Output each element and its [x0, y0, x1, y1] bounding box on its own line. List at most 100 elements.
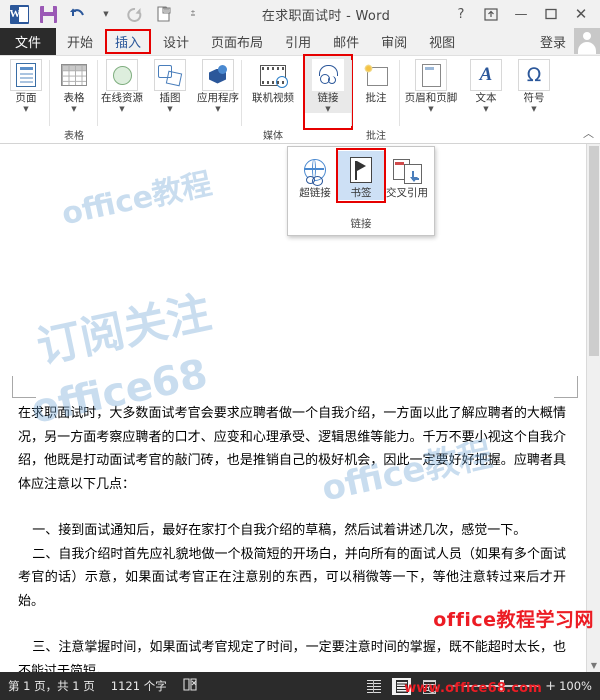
ribbon-display-options-button[interactable] — [476, 1, 506, 27]
ribbon-group-text: 页眉和页脚 ▼ A 文本 ▼ Ω 符号 ▼ — [400, 56, 558, 144]
ribbon-label-header-footer: 页眉和页脚 — [404, 92, 458, 104]
chevron-down-icon[interactable]: ▼ — [483, 105, 488, 113]
ribbon-button-links[interactable]: 链接 ▼ — [303, 54, 353, 130]
ribbon-group-label-table: 表格 — [64, 131, 84, 142]
links-dropdown-menu: 超链接 书签 交叉引用 链接 — [287, 146, 435, 236]
word-count[interactable]: 1121 个字 — [111, 678, 167, 694]
quick-print-icon[interactable] — [151, 2, 177, 26]
ribbon-group-media: 联机视频 媒体 — [242, 56, 304, 144]
bookmark-icon — [350, 157, 372, 183]
quick-access-toolbar: W ▼ ⩲ — [0, 2, 206, 26]
chevron-down-icon[interactable]: ▼ — [531, 105, 536, 113]
online-resource-icon — [112, 65, 132, 85]
ribbon-button-header-footer[interactable]: 页眉和页脚 ▼ — [400, 56, 462, 113]
help-button[interactable]: ? — [446, 1, 476, 27]
customize-qat-icon[interactable]: ⩲ — [180, 2, 206, 26]
zoom-percent[interactable]: 100% — [559, 679, 592, 693]
ribbon-group-pages: 页面 ▼ — [2, 56, 50, 144]
faint-watermark: 订阅关注 — [32, 287, 216, 374]
zoom-in-button[interactable]: + — [545, 679, 556, 694]
undo-icon[interactable] — [64, 2, 90, 26]
ribbon-group-label-pages — [2, 129, 50, 144]
proofing-icon[interactable] — [183, 678, 198, 694]
symbol-icon: Ω — [526, 64, 542, 86]
ribbon-group-links: 链接 ▼ — [303, 54, 353, 144]
ribbon-group-label-comments: 批注 — [366, 131, 386, 142]
ribbon-group-label-media: 媒体 — [263, 131, 283, 142]
menu-item-cross-reference[interactable]: 交叉引用 — [384, 151, 430, 200]
tab-review[interactable]: 审阅 — [370, 28, 418, 55]
paragraph: 一、接到面试通知后，最好在家打个自我介绍的草稿，然后试着讲述几次，感觉一下。 — [32, 523, 527, 538]
ribbon-button-online-resource[interactable]: 在线资源 ▼ — [98, 56, 146, 113]
ribbon-tab-strip: 文件 开始 插入 设计 页面布局 引用 邮件 审阅 视图 登录 — [0, 28, 600, 56]
cross-reference-icon — [393, 159, 422, 184]
collapse-ribbon-icon[interactable]: ︿ — [583, 125, 594, 141]
ribbon-button-illustrations[interactable]: 插图 ▼ — [146, 56, 194, 113]
page-corner-marker-right — [554, 376, 578, 398]
word-logo-icon: W — [6, 2, 32, 26]
dropdown-group-label: 链接 — [350, 218, 372, 230]
menu-item-hyperlink[interactable]: 超链接 — [292, 151, 338, 200]
chevron-down-icon[interactable]: ▼ — [23, 105, 28, 113]
comment-icon — [364, 64, 388, 86]
chevron-down-icon[interactable]: ▼ — [325, 105, 330, 113]
ribbon: 页面 ▼ 表格 ▼ 表格 在线资源 ▼ 插图 ▼ 应用程序 ▼ 联机视频 媒体 … — [0, 54, 600, 144]
ribbon-button-symbol[interactable]: Ω 符号 ▼ — [510, 56, 558, 113]
ribbon-button-online-video[interactable]: 联机视频 — [242, 56, 304, 104]
ribbon-label-online-video: 联机视频 — [252, 92, 294, 104]
ribbon-label-apps: 应用程序 — [197, 92, 239, 104]
online-video-icon — [260, 64, 288, 88]
redo-icon[interactable] — [122, 2, 148, 26]
paragraph: 在求职面试时，大多数面试考官会要求应聘者做一个自我介绍，一方面以此了解应聘者的大… — [18, 406, 566, 492]
ribbon-group-label-illustrations — [98, 129, 242, 144]
tab-design[interactable]: 设计 — [152, 28, 200, 55]
link-icon — [317, 65, 339, 85]
page-indicator[interactable]: 第 1 页，共 1 页 — [8, 678, 95, 694]
chevron-down-icon[interactable]: ▼ — [428, 105, 433, 113]
save-icon[interactable] — [35, 2, 61, 26]
window-controls: ? — ✕ — [446, 1, 600, 27]
tab-file[interactable]: 文件 — [0, 28, 56, 55]
ribbon-label-comment: 批注 — [365, 92, 387, 104]
tab-insert[interactable]: 插入 — [104, 28, 152, 55]
header-footer-icon — [421, 63, 441, 87]
ribbon-button-pages[interactable]: 页面 ▼ — [2, 56, 50, 113]
ribbon-label-pages: 页面 — [15, 92, 37, 104]
ribbon-group-illustrations: 在线资源 ▼ 插图 ▼ 应用程序 ▼ — [98, 56, 242, 144]
sign-in-link[interactable]: 登录 — [532, 28, 574, 55]
ribbon-button-apps[interactable]: 应用程序 ▼ — [194, 56, 242, 113]
chevron-down-icon[interactable]: ▼ — [71, 105, 76, 113]
ribbon-label-symbol: 符号 — [523, 92, 545, 104]
minimize-button[interactable]: — — [506, 1, 536, 27]
word-logo-letter: W — [9, 7, 21, 20]
tab-home[interactable]: 开始 — [56, 28, 104, 55]
scrollbar-thumb[interactable] — [589, 146, 599, 356]
menu-item-bookmark[interactable]: 书签 — [336, 148, 386, 203]
close-button[interactable]: ✕ — [566, 1, 596, 27]
window-title: 在求职面试时 - Word — [261, 8, 391, 24]
tab-view[interactable]: 视图 — [418, 28, 466, 55]
ribbon-label-illustrations: 插图 — [159, 92, 181, 104]
read-mode-button[interactable] — [364, 678, 383, 695]
undo-dropdown-icon[interactable]: ▼ — [93, 2, 119, 26]
vertical-scrollbar[interactable]: ▲ ▼ — [586, 144, 600, 672]
paragraph: 二、自我介绍时首先应礼貌地做一个极简短的开场白，并向所有的面试人员（如果有多个面… — [18, 546, 566, 609]
table-icon — [61, 64, 87, 86]
ribbon-group-comments: 批注 批注 — [352, 56, 400, 144]
hyperlink-icon — [302, 159, 328, 186]
tab-page-layout[interactable]: 页面布局 — [200, 28, 274, 55]
illustrations-icon — [158, 65, 182, 85]
ribbon-button-table[interactable]: 表格 ▼ — [50, 56, 98, 113]
tab-references[interactable]: 引用 — [274, 28, 322, 55]
chevron-down-icon[interactable]: ▼ — [215, 105, 220, 113]
maximize-button[interactable] — [536, 1, 566, 27]
ribbon-button-text[interactable]: A 文本 ▼ — [462, 56, 510, 113]
chevron-down-icon[interactable]: ▼ — [167, 105, 172, 113]
site-url-watermark: www.office68.com — [404, 681, 542, 696]
tab-mailings[interactable]: 邮件 — [322, 28, 370, 55]
scroll-down-icon[interactable]: ▼ — [587, 658, 600, 672]
text-icon: A — [479, 64, 493, 85]
ribbon-button-comment[interactable]: 批注 — [352, 56, 400, 104]
chevron-down-icon[interactable]: ▼ — [119, 105, 124, 113]
paragraph: 三、注意掌握时间，如果面试考官规定了时间，一定要注意时间的掌握，既不能超时太长，… — [18, 640, 566, 672]
